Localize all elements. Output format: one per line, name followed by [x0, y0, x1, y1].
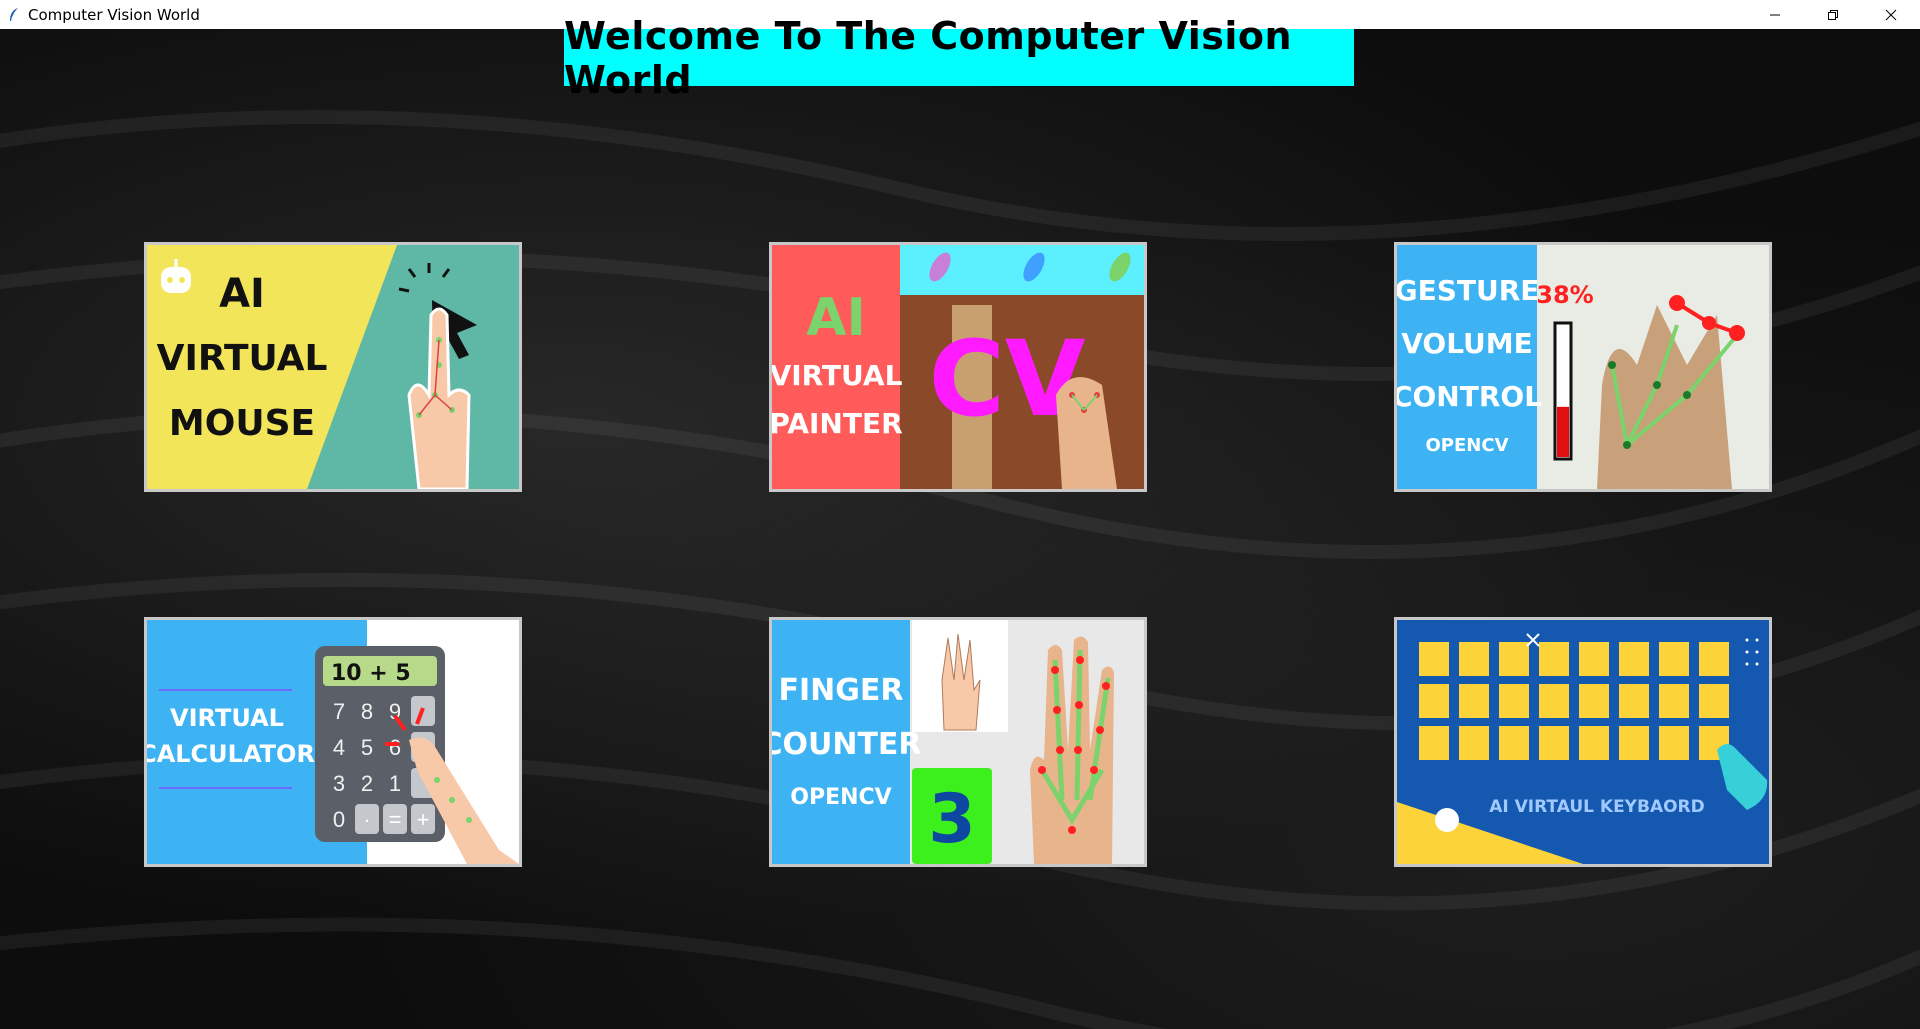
- window-title: Computer Vision World: [28, 5, 200, 24]
- welcome-banner: Welcome To The Computer Vision World: [564, 14, 1354, 102]
- keyboard-key: [1499, 642, 1529, 676]
- tile-line: CALCULATOR: [147, 740, 315, 768]
- minimize-button[interactable]: [1746, 0, 1804, 29]
- tile-line: VIRTUAL: [170, 704, 284, 732]
- calc-key-label: 4: [333, 735, 345, 760]
- keyboard-key: [1659, 642, 1689, 676]
- keyboard-key: [1419, 726, 1449, 760]
- tile-line: GESTURE: [1397, 274, 1539, 307]
- keyboard-key: [1619, 684, 1649, 718]
- tile-line: OPENCV: [790, 785, 891, 810]
- keyboard-key: [1659, 726, 1689, 760]
- tile-line: VIRTUAL: [772, 359, 903, 392]
- tile-line: MOUSE: [169, 403, 315, 444]
- feather-icon: [6, 7, 22, 23]
- calc-display: 10 + 5: [331, 661, 411, 686]
- tile-line: AI: [806, 288, 866, 348]
- tile-line: FINGER: [779, 673, 904, 708]
- calc-key-label: ·: [363, 807, 370, 832]
- calc-key-label: =: [389, 807, 402, 832]
- calc-key-label: 5: [361, 735, 373, 760]
- virtual-calculator-tile[interactable]: VIRTUAL CALCULATOR 10 + 5 7 8 9 4 5 6 3 2 1 0 · = +: [144, 617, 522, 867]
- keyboard-key: [1539, 684, 1569, 718]
- calc-key-label: 7: [333, 699, 345, 724]
- keyboard-key: [1619, 726, 1649, 760]
- welcome-title: Welcome To The Computer Vision World: [564, 13, 1293, 102]
- keyboard-key: [1659, 684, 1689, 718]
- close-button[interactable]: [1862, 0, 1920, 29]
- calc-key-label: 6: [389, 735, 401, 760]
- keyboard-key: [1579, 726, 1609, 760]
- calc-key-label: 0: [333, 807, 345, 832]
- restore-icon: [1828, 9, 1838, 20]
- ai-virtual-keyboard-tile[interactable]: AI VIRTAUL KEYBAORD: [1394, 617, 1772, 867]
- restore-button[interactable]: [1804, 0, 1862, 29]
- finger-count: 3: [928, 780, 975, 859]
- ai-virtual-mouse-tile[interactable]: AI VIRTUAL MOUSE: [144, 242, 522, 492]
- keyboard-key: [1459, 726, 1489, 760]
- minimize-icon: [1770, 14, 1780, 15]
- tile-line: AI: [219, 271, 265, 317]
- keyboard-key: [1419, 684, 1449, 718]
- keyboard-key: [1499, 726, 1529, 760]
- volume-percent: 38%: [1536, 281, 1593, 309]
- keyboard-key: [1419, 642, 1449, 676]
- keyboard-key: [1539, 642, 1569, 676]
- tile-line: VIRTUAL: [157, 338, 328, 379]
- close-icon: [1885, 9, 1897, 20]
- volume-bar: [1553, 321, 1573, 461]
- ai-virtual-painter-tile[interactable]: AI VIRTUAL PAINTER CV: [769, 242, 1147, 492]
- keyboard-key: [1699, 642, 1729, 676]
- sand-background: [0, 29, 1920, 1029]
- tile-line: AI VIRTAUL KEYBAORD: [1489, 797, 1705, 817]
- keyboard-key: [1539, 726, 1569, 760]
- gesture-volume-control-tile[interactable]: GESTURE VOLUME CONTROL OPENCV 38%: [1394, 242, 1772, 492]
- tile-line: OPENCV: [1426, 435, 1509, 456]
- calc-key-label: 8: [361, 699, 373, 724]
- keyboard-key: [1699, 684, 1729, 718]
- calc-key-label: 2: [361, 771, 373, 796]
- sand-texture: [0, 110, 1920, 1029]
- tile-line: COUNTER: [772, 727, 922, 762]
- calc-key-label: 3: [333, 771, 345, 796]
- keyboard-key: [1459, 684, 1489, 718]
- keyboard-key: [1619, 642, 1649, 676]
- calc-key-label: 1: [389, 771, 401, 796]
- keyboard-key: [1459, 642, 1489, 676]
- tile-line: CONTROL: [1397, 380, 1542, 413]
- tile-line: VOLUME: [1401, 327, 1533, 360]
- keyboard-key: [1499, 684, 1529, 718]
- finger-counter-tile[interactable]: FINGER COUNTER OPENCV 3: [769, 617, 1147, 867]
- keyboard-key: [1579, 642, 1609, 676]
- keyboard-key: [1579, 684, 1609, 718]
- tile-line: PAINTER: [772, 407, 903, 440]
- calc-key-label: +: [417, 807, 430, 832]
